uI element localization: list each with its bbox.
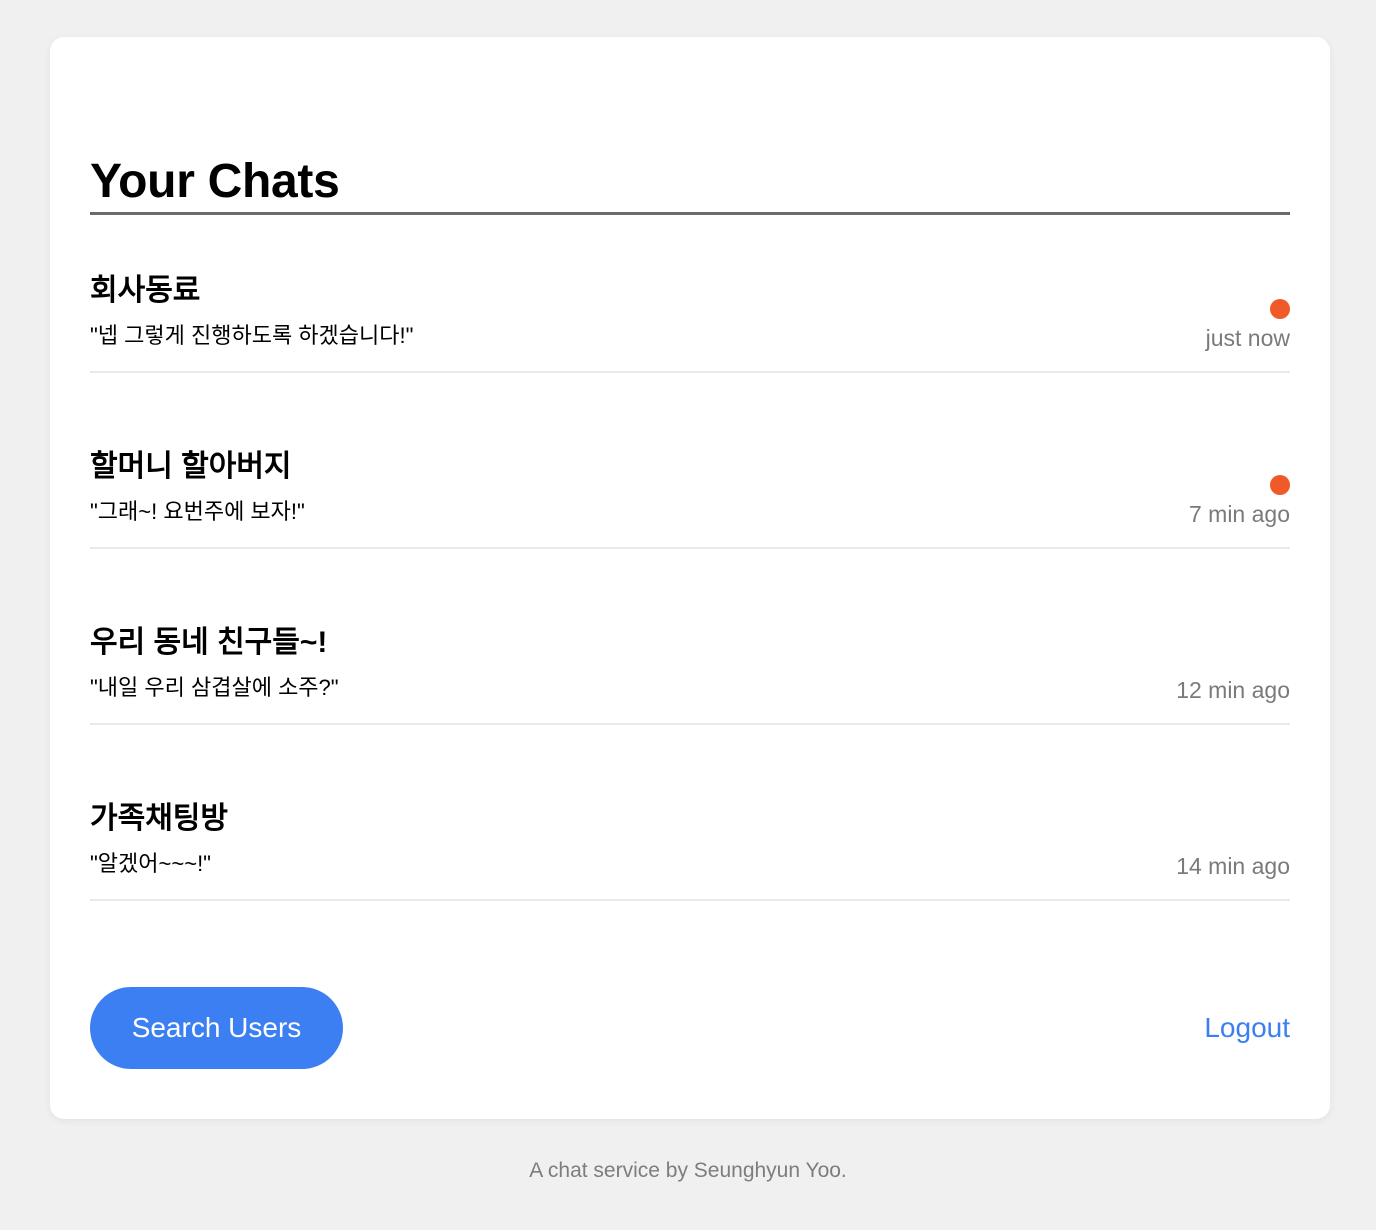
chat-timestamp: just now [1205, 325, 1290, 351]
footer-credit: A chat service by Seunghyun Yoo. [529, 1159, 847, 1182]
chat-name: 우리 동네 친구들~! [90, 626, 328, 659]
chat-timestamp: 14 min ago [1176, 853, 1290, 879]
chat-name: 가족채팅방 [90, 802, 228, 835]
chat-name: 회사동료 [90, 274, 201, 307]
chat-preview: "알겠어~~~!" [90, 851, 211, 876]
chat-preview: "내일 우리 삼겹살에 소주?" [90, 675, 339, 700]
chat-preview: "넵 그렇게 진행하도록 하겠습니다!" [90, 323, 414, 348]
page-title: Your Chats [90, 155, 340, 208]
chat-item-3[interactable]: 가족채팅방 "알겠어~~~!" 14 min ago [90, 725, 1290, 901]
chat-preview: "그래~! 요번주에 보자!" [90, 499, 305, 524]
chat-timestamp: 12 min ago [1176, 677, 1290, 703]
unread-indicator-icon [1270, 299, 1290, 319]
chat-item-2[interactable]: 우리 동네 친구들~! "내일 우리 삼겹살에 소주?" 12 min ago [90, 549, 1290, 725]
chat-timestamp: 7 min ago [1188, 501, 1290, 527]
unread-indicator-icon [1270, 475, 1290, 495]
chat-item-1[interactable]: 할머니 할아버지 "그래~! 요번주에 보자!" 7 min ago [90, 373, 1290, 549]
logout-link[interactable]: Logout [1204, 1011, 1290, 1045]
chat-card: Your Chats 회사동료 "넵 그렇게 진행하도록 하겠습니다!" jus… [50, 37, 1330, 1119]
chat-name: 할머니 할아버지 [90, 450, 292, 483]
chat-item-0[interactable]: 회사동료 "넵 그렇게 진행하도록 하겠습니다!" just now [90, 215, 1290, 373]
search-users-button[interactable]: Search Users [90, 987, 343, 1069]
chat-list: 회사동료 "넵 그렇게 진행하도록 하겠습니다!" just now 할머니 할… [90, 215, 1290, 901]
